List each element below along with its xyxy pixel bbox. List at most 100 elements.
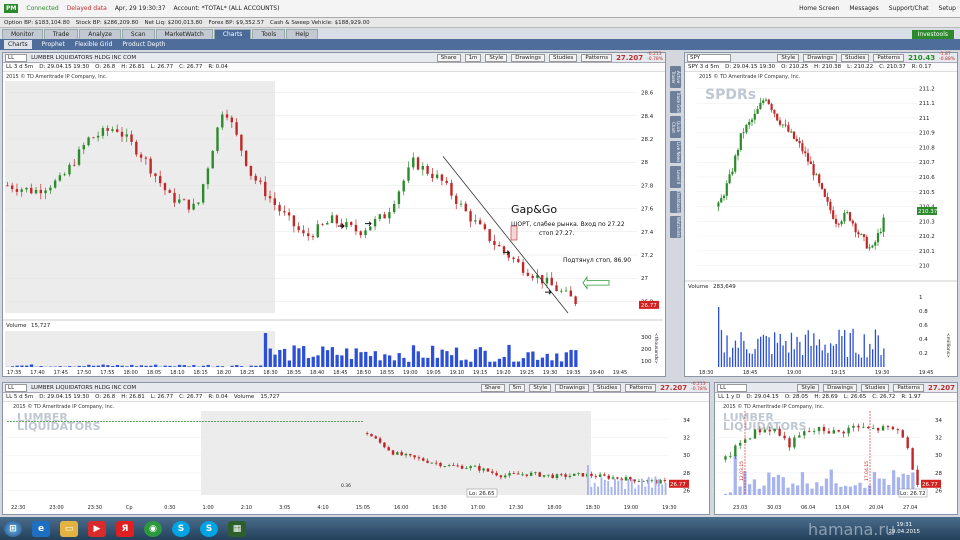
tab-analyze[interactable]: Analyze <box>79 29 121 39</box>
ll-5d-drawings-button[interactable]: Drawings <box>555 383 589 392</box>
main-volume-bar <box>206 364 210 367</box>
share-button[interactable]: Share <box>436 53 461 62</box>
price-tick-label: 27.4 <box>641 230 654 236</box>
main-volume-bar <box>478 347 482 367</box>
spy-volume-bar <box>782 345 784 367</box>
account-selector[interactable]: Account: *TOTAL* (ALL ACCOUNTS) <box>174 5 280 12</box>
system-clock[interactable]: 19:31 29.04.2015 <box>889 522 960 536</box>
br-price-candle <box>852 425 855 428</box>
price-candle <box>30 187 33 194</box>
ll-1y-studies-button[interactable]: Studies <box>860 383 890 392</box>
bl-price-candle <box>387 447 390 451</box>
tab-monitor[interactable]: Monitor <box>2 29 43 39</box>
ll-5d-price-chart[interactable]: 34 32 30 28 2626.77 Lo: 26.65 0.36 22:30 23:00 23… <box>3 403 709 514</box>
time-tick-label: 17:55 <box>100 370 114 376</box>
start-button-icon[interactable]: ⊞ <box>4 520 22 537</box>
chrome-icon[interactable]: ◉ <box>144 520 162 537</box>
main-volume-bar <box>130 364 134 367</box>
br-volume-bar <box>738 486 742 495</box>
skype-2-icon[interactable]: S <box>200 520 218 537</box>
gadget-active-trader[interactable]: Active Trader <box>670 66 681 88</box>
price-candle <box>545 277 549 284</box>
media-player-icon[interactable]: ▶ <box>88 520 106 537</box>
gadget-quick-chart[interactable]: Quick Chart <box>670 116 681 138</box>
bl-price-candle <box>370 434 373 437</box>
home-screen-button[interactable]: Home Screen <box>799 5 839 12</box>
tab-tools[interactable]: Tools <box>252 29 286 39</box>
br-price-candle <box>862 426 865 428</box>
bl-low-label: Lo: 26.65 <box>469 491 495 497</box>
gadget-live-news[interactable]: Live News <box>670 141 681 163</box>
ll-5d-patterns-button[interactable]: Patterns <box>625 383 657 392</box>
ll-5d-style-button[interactable]: Style <box>529 383 552 392</box>
skype-icon[interactable]: S <box>172 520 190 537</box>
internet-explorer-icon[interactable]: e <box>32 520 50 537</box>
ll-1y-drawings-button[interactable]: Drawings <box>823 383 857 392</box>
tab-scan[interactable]: Scan <box>121 29 155 39</box>
spy-price-candle <box>736 149 740 156</box>
br-volume-bar <box>815 482 819 495</box>
ll-5d-timeframe-button[interactable]: 5m <box>508 383 526 392</box>
spy-price-candle <box>801 143 804 152</box>
spy-price-chart[interactable]: 211.2 211.1 211 210.9 210.8 210.7 210.6 210.5 21… <box>685 73 957 376</box>
gadget-dashboard[interactable]: Dashboard <box>670 191 681 213</box>
subtab-flexible-grid[interactable]: Flexible Grid <box>75 41 113 48</box>
ll-1y-price-chart[interactable]: 34 32 30 28 26 12.03.15 17.04.15 26.77 Lo: 26.72… <box>715 403 957 514</box>
investools-button[interactable]: Investools <box>911 30 954 39</box>
ll-1y-patterns-button[interactable]: Patterns <box>893 383 924 392</box>
messages-button[interactable]: Messages <box>849 5 878 12</box>
bl-price-tick-label: 32 <box>683 436 690 442</box>
spy-studies-button[interactable]: Studies <box>841 53 870 62</box>
studies-button[interactable]: Studies <box>549 53 578 62</box>
br-price-tick-label: 30 <box>935 453 942 459</box>
tab-charts[interactable]: Charts <box>213 29 252 39</box>
ll-5d-studies-button[interactable]: Studies <box>593 383 622 392</box>
support-chat-button[interactable]: Support/Chat <box>889 5 929 12</box>
price-candle <box>378 214 382 220</box>
subtab-product-depth[interactable]: Product Depth <box>122 41 165 48</box>
symbol-field[interactable]: LL <box>5 53 28 62</box>
tab-marketwatch[interactable]: MarketWatch <box>155 29 213 39</box>
price-tick-label: 27 <box>641 276 648 282</box>
spy-volume-bar <box>855 352 857 367</box>
yandex-browser-icon[interactable]: Я <box>116 520 134 537</box>
ll-1y-style-button[interactable]: Style <box>797 383 820 392</box>
main-volume-bar <box>87 364 91 367</box>
br-price-candle <box>832 430 836 434</box>
patterns-button[interactable]: Patterns <box>581 53 613 62</box>
br-price-candle <box>803 431 806 436</box>
drawings-button[interactable]: Drawings <box>511 53 545 62</box>
ll-5d-ohlc-close: C: 26.77 <box>179 394 203 400</box>
spy-symbol-field[interactable]: SPY <box>687 53 732 62</box>
subtab-charts[interactable]: Charts <box>4 40 32 49</box>
tab-help[interactable]: Help <box>286 29 318 39</box>
spy-patterns-button[interactable]: Patterns <box>873 53 905 62</box>
tab-trade[interactable]: Trade <box>43 29 79 39</box>
main-volume-bar <box>39 366 43 367</box>
ll-1y-symbol-field[interactable]: LL <box>717 383 748 392</box>
price-tick-label: 28.6 <box>641 91 654 97</box>
ll-5d-share-button[interactable]: Share <box>480 383 505 392</box>
subtab-prophet[interactable]: Prophet <box>42 41 65 48</box>
setup-button[interactable]: Setup <box>939 5 956 12</box>
price-candle <box>493 240 496 245</box>
spy-volume-tick-label: 1 <box>919 295 923 301</box>
style-button[interactable]: Style <box>485 53 508 62</box>
gadget-trade-grid[interactable]: Trade Grid <box>670 91 681 113</box>
main-volume-bar <box>149 365 153 367</box>
gadget-watchlists[interactable]: Watchlists <box>670 216 681 238</box>
spy-ohlc-close: C: 210.37 <box>879 64 906 70</box>
spy-volume-bar <box>830 343 832 367</box>
spy-ohlc-range: R: 0.17 <box>911 64 932 70</box>
gadget-level-ii[interactable]: Level II <box>670 166 681 188</box>
timeframe-button[interactable]: 1m <box>464 53 482 62</box>
ll-5d-symbol-field[interactable]: LL <box>5 383 28 392</box>
price-candle <box>426 166 429 174</box>
price-candle <box>34 189 38 194</box>
main-volume-bar <box>349 359 354 367</box>
thinkorswim-icon[interactable]: ▦ <box>228 520 246 537</box>
price-candle <box>268 196 272 199</box>
spy-style-button[interactable]: Style <box>777 53 800 62</box>
folder-icon[interactable]: ▭ <box>60 520 78 537</box>
spy-drawings-button[interactable]: Drawings <box>803 53 837 62</box>
